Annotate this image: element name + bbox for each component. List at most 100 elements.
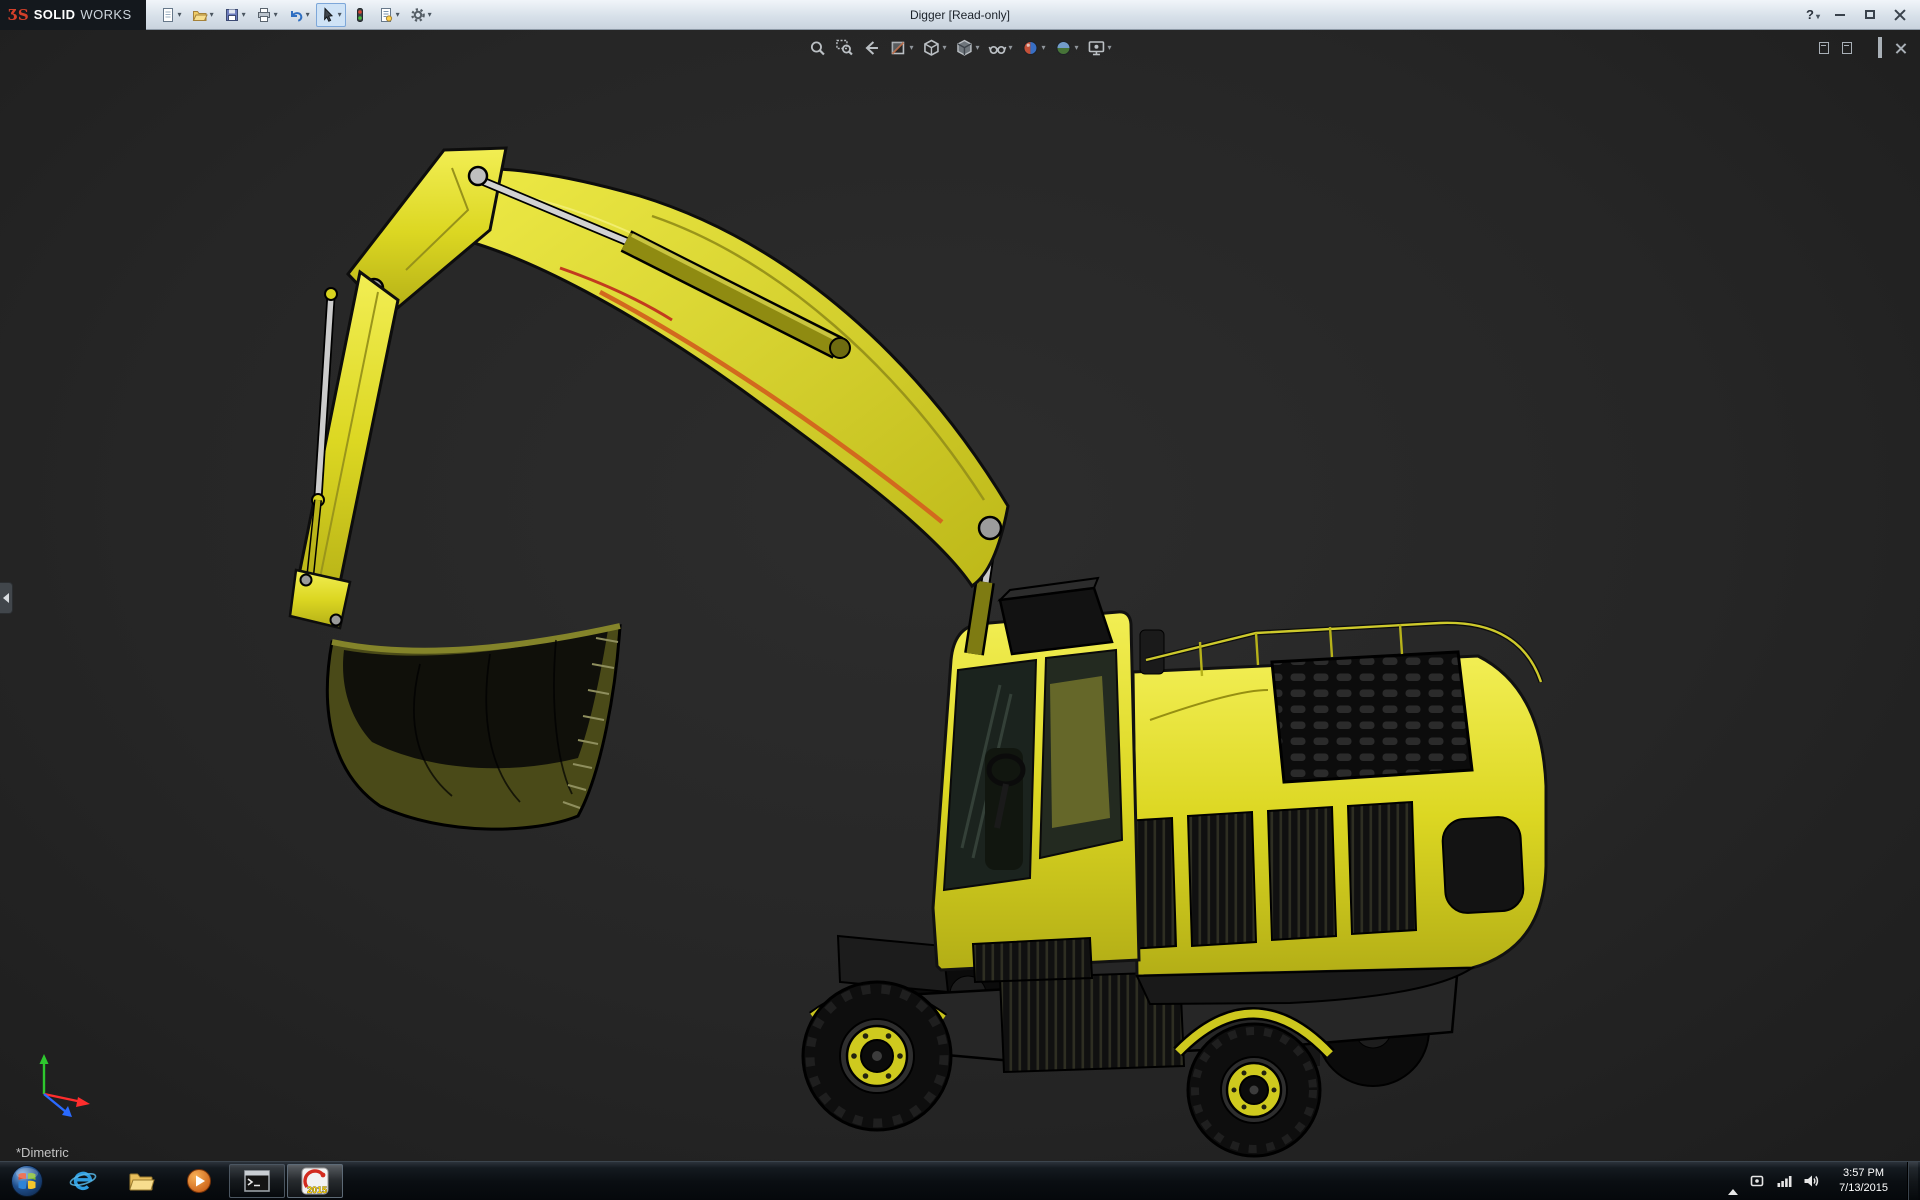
main-toolbar [156,2,436,27]
excavator-model[interactable] [0,30,1920,1161]
front-wheel[interactable] [801,980,953,1132]
close-icon [1894,9,1906,21]
restore-icon [1865,10,1875,19]
solidworks-app-icon: 2015 [301,1167,329,1195]
view-orientation-button[interactable] [921,37,947,59]
rear-wheel[interactable] [1173,1007,1335,1158]
eyeglasses-icon [988,45,1007,55]
open-button[interactable] [188,3,218,27]
clock-date: 7/13/2015 [1839,1182,1888,1194]
taskbar-solidworks-2015[interactable]: 2015 [287,1164,343,1198]
network-icon[interactable] [1776,1173,1792,1189]
help-button[interactable]: ? [1804,7,1822,22]
restore-group-button[interactable] [1819,42,1829,54]
previous-view-icon [865,41,878,55]
graphics-viewport[interactable]: *Dimetric [0,30,1920,1161]
window-controls: ? [1804,5,1920,25]
boom-base-pin [977,515,1003,541]
zoom-to-area-button[interactable] [834,37,854,59]
apply-scene-button[interactable] [1054,37,1080,59]
volume-icon[interactable] [1803,1173,1820,1189]
taskbar-clock[interactable]: 3:57 PM 7/13/2015 [1831,1166,1896,1197]
rear-panel [1441,816,1525,914]
start-button[interactable] [0,1162,54,1200]
boom-head-pin [467,165,489,187]
internet-explorer-icon [69,1171,97,1191]
select-arrow-icon [323,6,333,22]
document-window-controls [1819,37,1906,58]
show-hidden-icons-button[interactable] [1728,1172,1739,1195]
options-button[interactable] [406,3,436,27]
display-style-icon [957,39,972,56]
clock-time: 3:57 PM [1843,1166,1885,1179]
zoom-to-fit-button[interactable] [807,37,827,59]
doc-restore-button[interactable] [1878,37,1882,58]
edit-appearance-button[interactable] [1021,37,1047,59]
taskbar-command-prompt[interactable] [229,1164,285,1198]
options-icon [410,7,425,22]
taskbar-media-player[interactable] [171,1164,227,1198]
taskbar-internet-explorer[interactable] [55,1164,111,1198]
hide-show-items-button[interactable] [987,37,1013,59]
bucket[interactable] [325,623,622,831]
file-properties-button[interactable] [374,3,404,27]
tray-generic-icon[interactable] [1749,1173,1765,1189]
view-settings-icon [1088,41,1105,56]
solidworks-window: ƷS SOLID WORKS ▾ ▾ ▾ ▾ ▾ ▾ ▾ ▾ Digger [R… [0,0,1920,1200]
dassault-3ds-mark: ƷS [8,5,29,24]
section-view-button[interactable] [888,37,914,59]
media-player-icon [187,1169,211,1193]
section-view-icon [891,41,905,55]
rebuild-icon [356,7,363,22]
top-grille [1270,650,1474,784]
system-tray: 3:57 PM 7/13/2015 [1728,1161,1920,1200]
view-orientation-icon [924,39,939,56]
taskbar: 2015 3:57 PM 7/13/2015 [0,1161,1920,1200]
save-icon [225,8,238,21]
zoom-to-area-icon [836,39,853,56]
save-button[interactable] [220,3,250,27]
chevron-up-icon [1728,1172,1739,1195]
logo-text-solid: SOLID [33,7,76,22]
restore-button[interactable] [1858,5,1882,25]
file-properties-icon [380,7,392,22]
new-document-button[interactable] [156,3,186,27]
engine-housing[interactable] [1106,620,1548,1006]
rebuild-button[interactable] [348,3,372,27]
triad-axes-icon [39,1054,90,1117]
cab-roof-unit [997,576,1114,656]
minimize-button[interactable] [1828,5,1852,25]
display-style-button[interactable] [954,37,980,59]
logo-text-works: WORKS [80,7,132,22]
heads-up-toolbar [807,37,1112,59]
appearance-ball-icon [1023,41,1038,55]
orientation-triad[interactable] [26,1050,104,1127]
undo-icon [290,10,302,22]
undo-button[interactable] [284,3,314,27]
solidworks-version-badge: 2015 [307,1185,327,1195]
chevron-left-icon [3,593,9,603]
folder-icon [129,1173,155,1191]
command-prompt-icon [244,1170,270,1192]
new-window-button[interactable] [1842,42,1852,54]
print-button[interactable] [252,3,282,27]
close-button[interactable] [1888,5,1912,25]
feature-tree-expander[interactable] [0,582,13,614]
view-settings-button[interactable] [1087,37,1113,59]
previous-view-button[interactable] [861,37,881,59]
minimize-icon [1835,13,1845,16]
new-document-icon [162,7,173,22]
select-tool-button[interactable] [315,2,346,27]
exhaust [1139,629,1165,675]
stick-arm[interactable] [288,269,400,630]
taskbar-windows-explorer[interactable] [113,1164,169,1198]
print-icon [257,7,270,22]
scene-ball-icon [1056,41,1071,55]
open-folder-icon [192,10,208,21]
boom[interactable] [446,167,1010,589]
view-orientation-label: *Dimetric [16,1145,69,1160]
cab[interactable] [931,610,1141,984]
show-desktop-button[interactable] [1907,1161,1918,1200]
doc-close-button[interactable] [1895,43,1906,54]
doc-restore-icon [1878,37,1882,58]
